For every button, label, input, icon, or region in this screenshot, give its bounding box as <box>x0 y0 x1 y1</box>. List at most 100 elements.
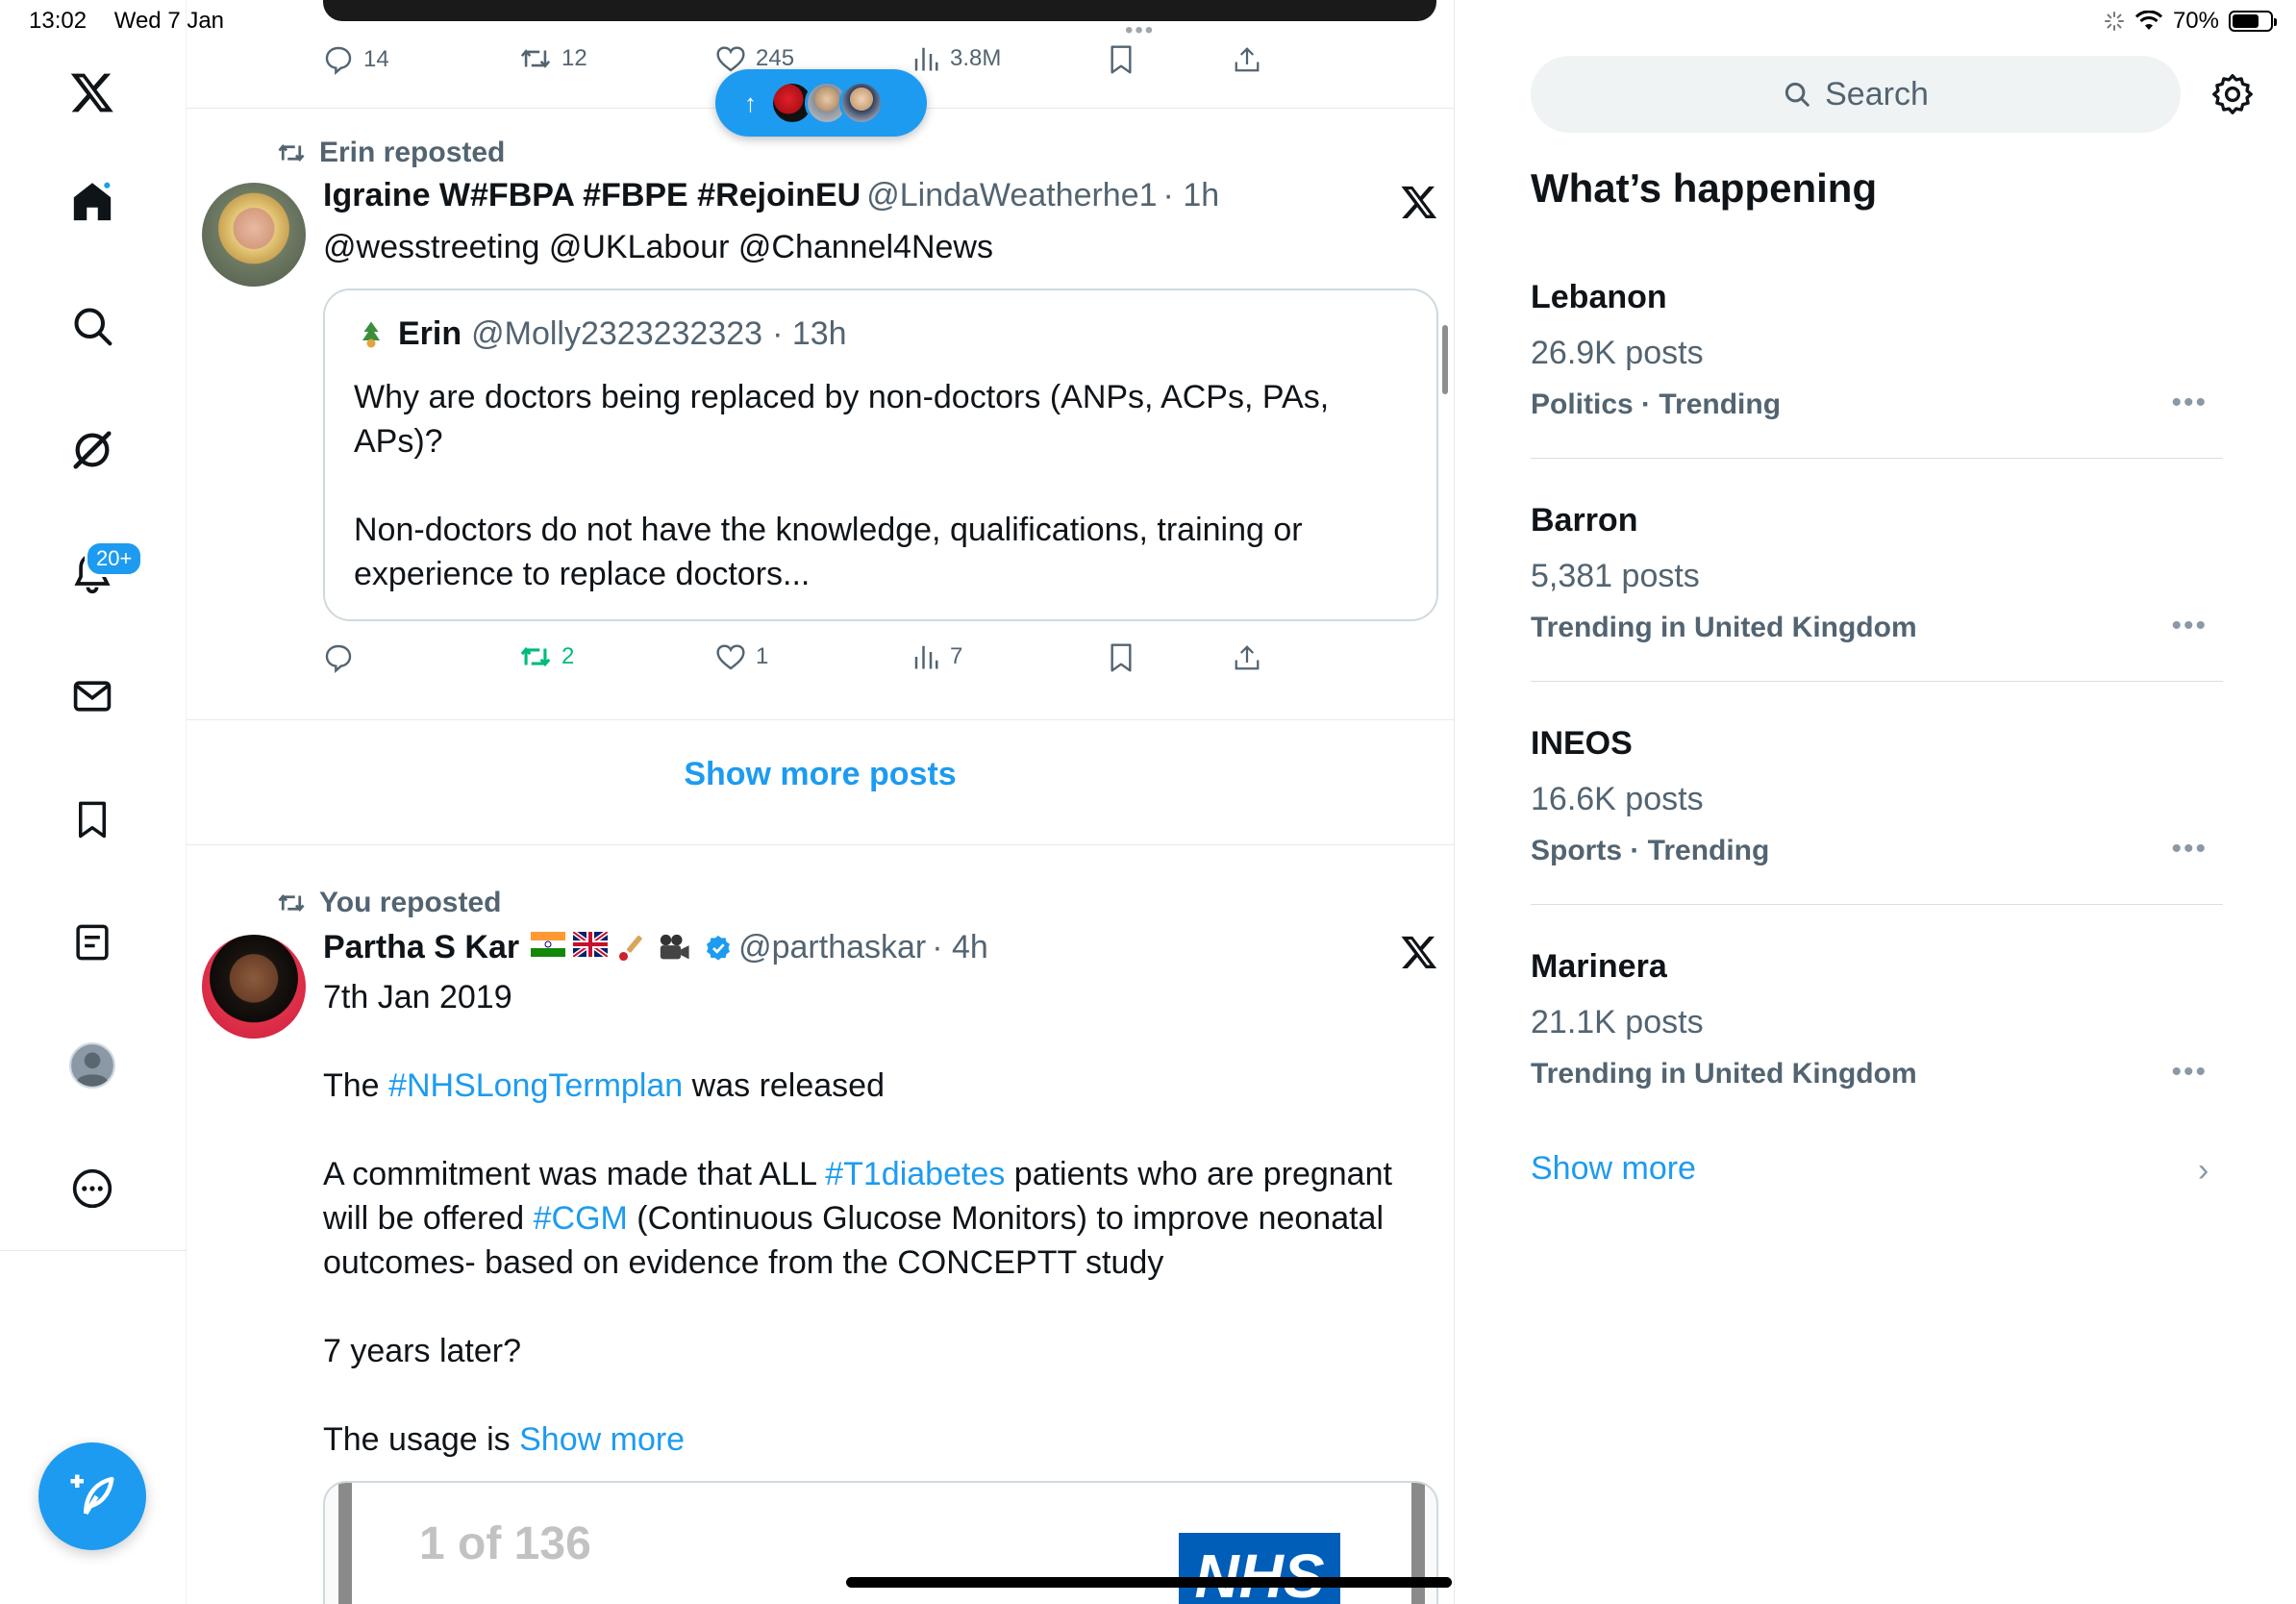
trend-item[interactable]: Marinera 21.1K posts Trending in United … <box>1531 948 2223 1169</box>
repost-context-label: You reposted <box>319 887 502 918</box>
search-placeholder: Search <box>1825 75 1929 113</box>
bookmark-button[interactable] <box>1108 44 1135 75</box>
bookmark-icon <box>1111 643 1132 672</box>
trend-name: INEOS <box>1531 725 1633 762</box>
nav-lists-icon[interactable] <box>58 908 127 977</box>
nhs-logo: NHS <box>1179 1533 1340 1604</box>
post-paragraph: A commitment was made that ALL #T1diabet… <box>323 1152 1419 1285</box>
show-more-posts-button[interactable]: Show more posts <box>187 756 1454 793</box>
trend-more-icon[interactable]: ••• <box>2171 610 2208 642</box>
trend-more-icon[interactable]: ••• <box>2171 1056 2208 1089</box>
quote-author-avatar[interactable] <box>354 317 388 352</box>
home-indicator[interactable] <box>846 1577 1452 1588</box>
hashtag-link[interactable]: #T1diabetes <box>825 1156 1005 1192</box>
nav-search-icon[interactable] <box>58 291 127 361</box>
author-handle[interactable]: @parthaskar <box>738 929 926 966</box>
nav-profile-avatar[interactable] <box>58 1031 127 1100</box>
text-segment: A commitment was made that ALL <box>323 1156 826 1192</box>
chevron-right-icon: › <box>2198 1152 2209 1189</box>
x-logo-icon[interactable] <box>58 58 127 127</box>
new-posts-pill[interactable]: ↑ <box>715 69 927 137</box>
post-text: 7th Jan 2019 The #NHSLongTermplan was re… <box>323 975 1419 1462</box>
trend-more-icon[interactable]: ••• <box>2171 833 2208 865</box>
status-bar-left: 13:02 Wed 7 Jan <box>29 8 245 35</box>
tweet-header: Partha S Kar @parthaskar · 4h <box>323 929 988 966</box>
trend-item[interactable]: INEOS 16.6K posts Sports · Trending ••• <box>1531 725 2223 946</box>
text-segment: The <box>323 1067 389 1104</box>
reply-button[interactable] <box>323 642 363 673</box>
author-avatar[interactable] <box>202 183 306 287</box>
trend-more-icon[interactable]: ••• <box>2171 387 2208 419</box>
trend-category: Politics · Trending <box>1531 388 1782 420</box>
trend-divider <box>1531 458 2223 459</box>
mentions[interactable]: @wesstreeting @UKLabour @Channel4News <box>323 225 1419 269</box>
views-button[interactable]: 7 <box>911 642 962 671</box>
trend-post-count: 5,381 posts <box>1531 558 1700 594</box>
reply-button[interactable]: 14 <box>323 44 389 75</box>
author-avatar[interactable] <box>202 935 306 1039</box>
repost-icon <box>278 894 305 912</box>
quote-author-name: Erin <box>398 315 462 352</box>
repost-icon <box>278 144 305 162</box>
nav-grok-icon[interactable] <box>58 415 127 485</box>
like-button[interactable]: 1 <box>715 642 768 671</box>
main-divider <box>1454 0 1455 1604</box>
views-button[interactable]: 3.8M <box>911 44 1001 73</box>
repost-button[interactable]: 2 <box>519 642 574 671</box>
repost-context[interactable]: You reposted <box>277 887 501 919</box>
nav-messages-icon[interactable] <box>58 662 127 731</box>
trend-post-count: 26.9K posts <box>1531 335 1704 371</box>
share-button[interactable] <box>1233 642 1261 673</box>
status-bar-right: 70% <box>2104 8 2277 35</box>
repost-context[interactable]: Erin reposted <box>277 137 505 169</box>
arrow-up-icon: ↑ <box>744 88 757 117</box>
hashtag-link[interactable]: #NHSLongTermplan <box>388 1067 683 1104</box>
loading-icon <box>2104 12 2124 31</box>
views-count: 3.8M <box>950 45 1002 71</box>
gear-icon[interactable] <box>2211 73 2254 115</box>
whats-happening-title: What’s happening <box>1531 165 1878 211</box>
nav-home-icon[interactable] <box>58 167 127 237</box>
like-count: 1 <box>756 643 769 669</box>
hashtag-link[interactable]: #CGM <box>534 1200 628 1237</box>
author-name[interactable]: Partha S Kar <box>323 929 519 966</box>
x-logo-icon <box>1401 936 1437 968</box>
repost-button[interactable]: 12 <box>519 44 587 73</box>
cricket-icon <box>619 935 642 961</box>
trend-category: Trending in United Kingdom <box>1531 1058 1917 1090</box>
quote-paragraph: Why are doctors being replaced by non-do… <box>354 379 1330 460</box>
scrollbar[interactable] <box>1442 325 1448 394</box>
text-segment: was released <box>683 1067 885 1104</box>
battery-icon <box>2229 11 2277 32</box>
new-post-avatar <box>839 81 884 125</box>
nav-more-icon[interactable] <box>58 1154 127 1223</box>
movie-camera-icon <box>660 934 689 959</box>
notifications-badge: 20+ <box>85 540 144 577</box>
post-time[interactable]: · 4h <box>932 929 988 966</box>
post-paragraph: The #NHSLongTermplan was released <box>323 1064 1419 1108</box>
share-button[interactable] <box>1233 44 1261 75</box>
status-time: 13:02 <box>29 8 87 34</box>
quoted-post[interactable]: Erin @Molly2323232323 · 13h Why are doct… <box>323 288 1438 621</box>
show-more-link[interactable]: Show more <box>519 1421 685 1458</box>
compose-post-button[interactable] <box>38 1442 146 1550</box>
nav-bookmarks-icon[interactable] <box>58 785 127 854</box>
trend-name: Marinera <box>1531 948 1667 985</box>
trend-item[interactable]: Barron 5,381 posts Trending in United Ki… <box>1531 502 2223 723</box>
views-icon <box>914 645 938 669</box>
like-count: 245 <box>756 45 795 71</box>
name-emojis <box>531 931 692 965</box>
post-paragraph: The usage is Show more <box>323 1417 1419 1462</box>
trend-item[interactable]: Lebanon 26.9K posts Politics · Trending … <box>1531 279 2223 500</box>
author-handle[interactable]: @LindaWeatherhe1 <box>866 177 1157 214</box>
previous-post-media[interactable] <box>323 0 1436 21</box>
show-more-trends-link[interactable]: Show more <box>1531 1150 1696 1188</box>
search-input[interactable]: Search <box>1531 56 2181 133</box>
status-date: Wed 7 Jan <box>113 8 225 34</box>
bookmark-button[interactable] <box>1108 642 1135 673</box>
post-divider <box>187 844 1454 845</box>
reply-icon <box>325 46 352 75</box>
share-icon <box>1235 645 1260 670</box>
author-name[interactable]: Igraine W#FBPA #FBPE #RejoinEU <box>323 177 861 214</box>
post-time[interactable]: · 1h <box>1163 177 1220 214</box>
